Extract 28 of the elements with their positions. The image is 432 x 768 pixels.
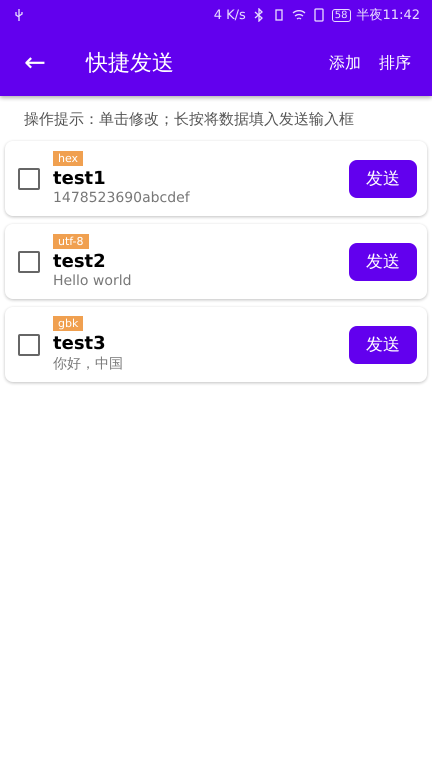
checkbox[interactable] [18,250,40,272]
message-card[interactable]: gbk test3 你好，中国 发送 [5,307,427,382]
clock: 半夜11:42 [356,7,420,24]
message-card[interactable]: utf-8 test2 Hello world 发送 [5,224,427,299]
item-data: Hello world [53,273,132,289]
send-button[interactable]: 发送 [349,242,417,280]
wifi-icon [292,8,306,22]
item-data: 你好，中国 [53,355,123,373]
item-name: test1 [53,168,106,189]
toolbar-action[interactable]: 排序 [370,46,420,80]
checkbox[interactable] [18,334,40,356]
toolbar-action[interactable]: 添加 [320,46,370,80]
hint-text: 操作提示：单击修改；长按将数据填入发送输入框 [23,109,355,130]
encoding-tag: hex [53,151,84,166]
item-name: test2 [53,251,106,272]
encoding-tag: gbk [53,316,84,331]
send-button[interactable]: 发送 [349,160,417,198]
send-button[interactable]: 发送 [349,326,417,364]
screen-title: 快捷发送 [86,50,175,78]
message-card[interactable]: hex test1 1478523690abcdef 发送 [5,141,427,216]
item-data: 1478523690abcdef [53,190,190,206]
encoding-tag: utf-8 [53,234,89,249]
network-speed: 4 K/s [214,8,246,22]
battery-level: 58 [332,8,351,22]
checkbox[interactable] [18,168,40,190]
item-name: test3 [53,333,106,354]
sim-icon [312,8,326,22]
back-button[interactable]: ← [20,48,50,78]
